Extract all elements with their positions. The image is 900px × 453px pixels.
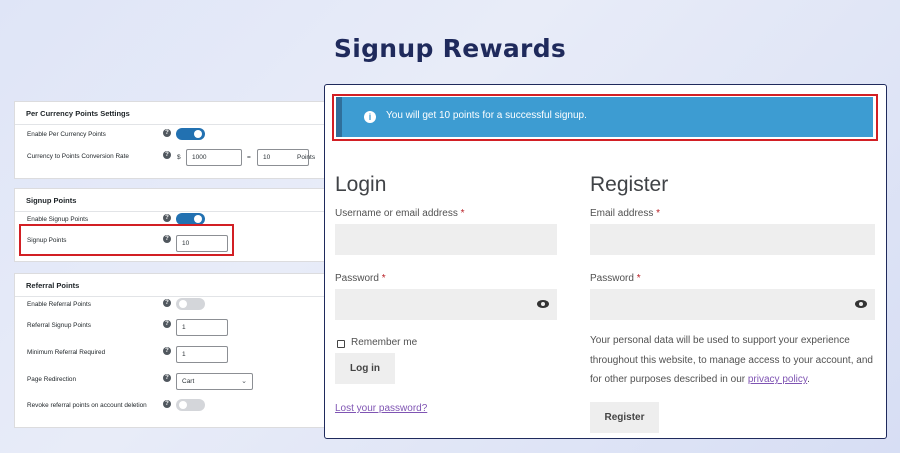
eye-icon[interactable] [537, 300, 549, 308]
remember-me-label[interactable]: Remember me [351, 337, 417, 348]
enable-signup-points-label: Enable Signup Points [27, 216, 89, 223]
register-heading: Register [590, 173, 669, 196]
chevron-down-icon: ⌄ [241, 378, 247, 385]
eye-icon[interactable] [855, 300, 867, 308]
privacy-text: Your personal data will be used to suppo… [590, 335, 873, 385]
login-password-label-text: Password [335, 273, 379, 284]
referral-signup-points-row: Referral Signup Points ? 1 [15, 318, 329, 340]
signup-points-highlight [19, 224, 234, 256]
revoke-referral-toggle[interactable] [176, 399, 205, 411]
revoke-referral-label: Revoke referral points on account deleti… [27, 402, 147, 409]
conversion-rate-label: Currency to Points Conversion Rate [27, 153, 129, 160]
login-password-label: Password * [335, 273, 386, 284]
help-icon[interactable]: ? [163, 320, 171, 328]
help-icon[interactable]: ? [163, 374, 171, 382]
login-heading: Login [335, 173, 387, 196]
help-icon[interactable]: ? [163, 347, 171, 355]
username-input[interactable] [335, 224, 557, 255]
referral-points-card: Referral Points Enable Referral Points ?… [14, 273, 328, 428]
toggle-knob [179, 300, 187, 308]
register-password-input[interactable] [590, 289, 875, 320]
currency-amount-input[interactable]: 1000 [186, 149, 242, 166]
page-redirection-row: Page Redirection ? Cart ⌄ [15, 372, 329, 394]
help-icon[interactable]: ? [163, 299, 171, 307]
register-password-label: Password * [590, 273, 641, 284]
toggle-knob [179, 401, 187, 409]
page-redirection-label: Page Redirection [27, 376, 77, 383]
login-password-input[interactable] [335, 289, 557, 320]
referral-points-title: Referral Points [15, 274, 327, 297]
required-mark: * [460, 208, 465, 219]
points-suffix: Points [297, 154, 316, 161]
privacy-text-end: . [807, 374, 810, 385]
currency-points-title: Per Currency Points Settings [15, 102, 327, 125]
help-icon[interactable]: ? [163, 129, 171, 137]
enable-referral-points-toggle[interactable] [176, 298, 205, 310]
account-page-panel: i You will get 10 points for a successfu… [324, 84, 887, 439]
enable-referral-points-label: Enable Referral Points [27, 301, 91, 308]
min-referral-input[interactable]: 1 [176, 346, 228, 363]
help-icon[interactable]: ? [163, 400, 171, 408]
toggle-knob [194, 215, 202, 223]
currency-points-card: Per Currency Points Settings Enable Per … [14, 101, 328, 179]
register-email-input[interactable] [590, 224, 875, 255]
required-mark: * [636, 273, 641, 284]
page-headline: Signup Rewards [333, 34, 567, 63]
page-redirection-select[interactable]: Cart ⌄ [176, 373, 253, 390]
currency-symbol: $ [177, 154, 181, 161]
enable-referral-points-row: Enable Referral Points ? [15, 297, 329, 319]
enable-currency-points-label: Enable Per Currency Points [27, 131, 106, 138]
min-referral-label: Minimum Referral Required [27, 349, 106, 356]
page-redirection-value: Cart [182, 378, 195, 385]
lost-password-link[interactable]: Lost your password? [335, 403, 427, 414]
referral-signup-points-label: Referral Signup Points [27, 322, 91, 329]
min-referral-row: Minimum Referral Required ? 1 [15, 345, 329, 367]
revoke-referral-row: Revoke referral points on account deleti… [15, 398, 329, 420]
email-label: Email address * [590, 208, 660, 219]
conversion-rate-row: Currency to Points Conversion Rate ? $ 1… [15, 149, 329, 171]
privacy-policy-link[interactable]: privacy policy [748, 374, 807, 385]
equals-sign: = [247, 154, 251, 161]
privacy-notice: Your personal data will be used to suppo… [590, 331, 880, 390]
email-label-text: Email address [590, 208, 654, 219]
referral-signup-points-input[interactable]: 1 [176, 319, 228, 336]
required-mark: * [381, 273, 386, 284]
username-label-text: Username or email address [335, 208, 458, 219]
register-button[interactable]: Register [590, 402, 659, 433]
login-button[interactable]: Log in [335, 353, 395, 384]
help-icon[interactable]: ? [163, 151, 171, 159]
help-icon[interactable]: ? [163, 214, 171, 222]
enable-currency-points-toggle[interactable] [176, 128, 205, 140]
enable-currency-points-row: Enable Per Currency Points ? [15, 127, 329, 149]
signup-points-title: Signup Points [15, 189, 327, 212]
username-label: Username or email address * [335, 208, 465, 219]
remember-me-checkbox[interactable] [337, 340, 345, 348]
required-mark: * [656, 208, 661, 219]
toggle-knob [194, 130, 202, 138]
register-password-label-text: Password [590, 273, 634, 284]
notice-highlight [332, 94, 878, 141]
